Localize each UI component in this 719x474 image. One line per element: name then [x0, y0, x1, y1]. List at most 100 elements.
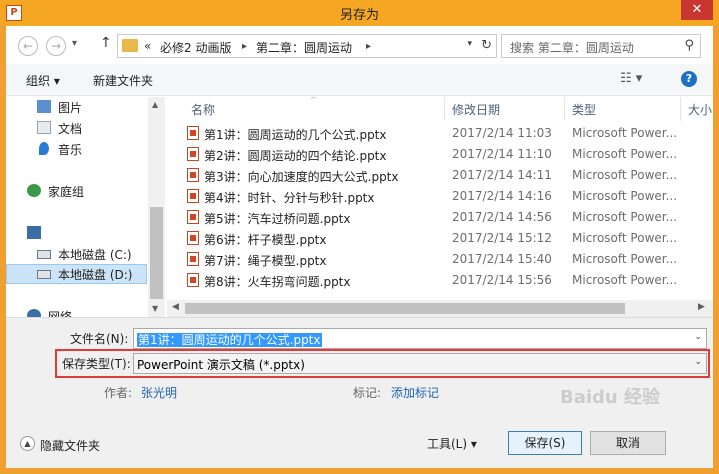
- hide-folders-button[interactable]: 隐藏文件夹: [40, 437, 100, 454]
- navigation-scrollbar[interactable]: ▲ ▼: [148, 97, 165, 317]
- help-icon[interactable]: ?: [681, 71, 697, 87]
- file-name: 第6讲：杆子模型.pptx: [204, 233, 327, 247]
- breadcrumb-separator-icon[interactable]: ▸: [242, 41, 247, 52]
- pptx-file-icon: [187, 147, 199, 161]
- scroll-up-icon[interactable]: ▲: [152, 100, 158, 109]
- filetype-label: 保存类型(T):: [62, 357, 131, 371]
- recent-locations-chevron-icon[interactable]: ▾: [72, 38, 77, 49]
- homegroup-icon: [27, 184, 41, 197]
- file-date: 2017/2/14 11:10: [452, 147, 552, 161]
- file-row[interactable]: 第8讲：火车拐弯问题.pptx 2017/2/14 15:56 Microsof…: [183, 270, 713, 291]
- file-row[interactable]: 第3讲：向心加速度的四大公式.pptx 2017/2/14 14:11 Micr…: [183, 165, 713, 186]
- file-name: 第1讲：圆周运动的几个公式.pptx: [204, 128, 387, 142]
- sidebar-item-label: 文档: [58, 122, 83, 136]
- horizontal-scrollbar[interactable]: ◀ ▶: [167, 300, 713, 317]
- sidebar-item-network[interactable]: 网络: [6, 306, 147, 317]
- tags-label: 标记:: [353, 386, 382, 400]
- sidebar-item-label: 家庭组: [48, 185, 85, 199]
- file-row[interactable]: 第6讲：杆子模型.pptx 2017/2/14 15:12 Microsoft …: [183, 228, 713, 249]
- file-date: 2017/2/14 11:03: [452, 126, 552, 140]
- filetype-select[interactable]: PowerPoint 演示文稿 (*.pptx) ⌄: [133, 353, 707, 374]
- window-title: 另存为: [339, 8, 379, 23]
- column-header-type[interactable]: 类型: [572, 101, 596, 118]
- address-overflow-chevron[interactable]: «: [144, 39, 151, 53]
- column-divider[interactable]: [680, 97, 681, 121]
- sidebar-item-music[interactable]: 音乐: [6, 139, 147, 159]
- breadcrumb-segment[interactable]: 第二章：圆周运动: [256, 39, 352, 56]
- filename-label: 文件名(N):: [70, 332, 129, 346]
- file-name: 第8讲：火车拐弯问题.pptx: [204, 275, 351, 289]
- scroll-down-icon[interactable]: ▼: [152, 304, 158, 313]
- pptx-file-icon: [187, 210, 199, 224]
- sidebar-item-pictures[interactable]: 图片: [6, 97, 147, 117]
- column-header-date[interactable]: 修改日期: [452, 101, 500, 118]
- file-type: Microsoft Power...: [572, 231, 678, 245]
- filetype-dropdown-icon[interactable]: ⌄: [694, 357, 702, 367]
- pptx-file-icon: [187, 189, 199, 203]
- file-date: 2017/2/14 15:56: [452, 273, 552, 287]
- file-type: Microsoft Power...: [572, 273, 678, 287]
- address-dropdown-icon[interactable]: ▾: [467, 39, 472, 49]
- refresh-icon[interactable]: ↻: [481, 38, 492, 53]
- sort-ascending-icon: ^: [310, 97, 317, 104]
- column-divider[interactable]: [564, 97, 565, 121]
- file-row[interactable]: 第7讲：绳子模型.pptx 2017/2/14 15:40 Microsoft …: [183, 249, 713, 270]
- pptx-file-icon: [187, 273, 199, 287]
- file-row[interactable]: 第4讲：时针、分针与秒针.pptx 2017/2/14 14:16 Micros…: [183, 186, 713, 207]
- column-header-name[interactable]: 名称: [191, 101, 215, 118]
- organize-menu-button[interactable]: 组织 ▾: [26, 72, 60, 89]
- sidebar-item-drive-d[interactable]: 本地磁盘 (D:): [6, 264, 147, 284]
- cancel-button[interactable]: 取消: [590, 431, 666, 455]
- author-value[interactable]: 张光明: [141, 384, 177, 401]
- sidebar-item-label: 本地磁盘 (C:): [58, 248, 132, 262]
- view-options-icon[interactable]: ☷ ▾: [620, 71, 642, 86]
- file-type: Microsoft Power...: [572, 168, 678, 182]
- pptx-file-icon: [187, 231, 199, 245]
- file-date: 2017/2/14 15:40: [452, 252, 552, 266]
- breadcrumb-segment[interactable]: 必修2 动画版: [160, 39, 231, 56]
- address-bar[interactable]: « 必修2 动画版 ▸ 第二章：圆周运动 ▸ ▾ ↻: [117, 34, 497, 58]
- file-row[interactable]: 第1讲：圆周运动的几个公式.pptx 2017/2/14 11:03 Micro…: [183, 123, 713, 144]
- file-row[interactable]: 第5讲：汽车过桥问题.pptx 2017/2/14 14:56 Microsof…: [183, 207, 713, 228]
- sidebar-item-computer[interactable]: [6, 223, 147, 243]
- sidebar-item-homegroup[interactable]: 家庭组: [6, 181, 147, 201]
- forward-button[interactable]: →: [46, 36, 66, 56]
- file-date: 2017/2/14 14:11: [452, 168, 552, 182]
- new-folder-button[interactable]: 新建文件夹: [93, 72, 153, 89]
- back-button[interactable]: ←: [18, 36, 38, 56]
- up-folder-button[interactable]: ↑: [100, 35, 112, 51]
- tags-value[interactable]: 添加标记: [391, 384, 439, 401]
- music-icon: [39, 142, 49, 155]
- file-type: Microsoft Power...: [572, 210, 678, 224]
- file-row[interactable]: 第2讲：圆周运动的四个结论.pptx 2017/2/14 11:10 Micro…: [183, 144, 713, 165]
- file-name: 第2讲：圆周运动的四个结论.pptx: [204, 149, 387, 163]
- filetype-value: PowerPoint 演示文稿 (*.pptx): [137, 358, 305, 372]
- scroll-left-icon[interactable]: ◀: [172, 302, 179, 312]
- drive-d-icon: [37, 270, 51, 279]
- sidebar-item-drive-c[interactable]: 本地磁盘 (C:): [6, 244, 147, 264]
- documents-icon: [37, 121, 51, 134]
- column-header-size[interactable]: 大小: [688, 101, 712, 118]
- watermark-logo: Baidu 经验: [560, 387, 661, 408]
- breadcrumb-separator-icon[interactable]: ▸: [366, 41, 371, 52]
- sidebar-item-label: 音乐: [58, 143, 83, 157]
- search-input[interactable]: 搜索 第二章：圆周运动 ⚲: [501, 34, 701, 58]
- search-icon[interactable]: ⚲: [684, 38, 694, 53]
- close-button[interactable]: ✕: [681, 0, 713, 20]
- sidebar-item-label: 本地磁盘 (D:): [58, 268, 133, 282]
- file-date: 2017/2/14 14:16: [452, 189, 552, 203]
- column-divider[interactable]: [444, 97, 445, 121]
- filename-field[interactable]: 第1讲：圆周运动的几个公式.pptx ⌄: [133, 328, 707, 349]
- filename-dropdown-icon[interactable]: ⌄: [694, 332, 702, 342]
- scrollbar-thumb[interactable]: [185, 303, 625, 314]
- tools-menu-button[interactable]: 工具(L) ▾: [427, 435, 477, 452]
- file-type: Microsoft Power...: [572, 126, 678, 140]
- scrollbar-thumb[interactable]: [150, 207, 163, 299]
- save-button[interactable]: 保存(S): [508, 431, 582, 455]
- scroll-right-icon[interactable]: ▶: [698, 302, 705, 312]
- filename-value: 第1讲：圆周运动的几个公式.pptx: [137, 333, 322, 347]
- collapse-chevron-icon[interactable]: ▲: [20, 436, 35, 451]
- sidebar-item-documents[interactable]: 文档: [6, 118, 147, 138]
- command-toolbar: 组织 ▾ 新建文件夹 ☷ ▾ ?: [6, 64, 713, 96]
- network-icon: [27, 309, 41, 317]
